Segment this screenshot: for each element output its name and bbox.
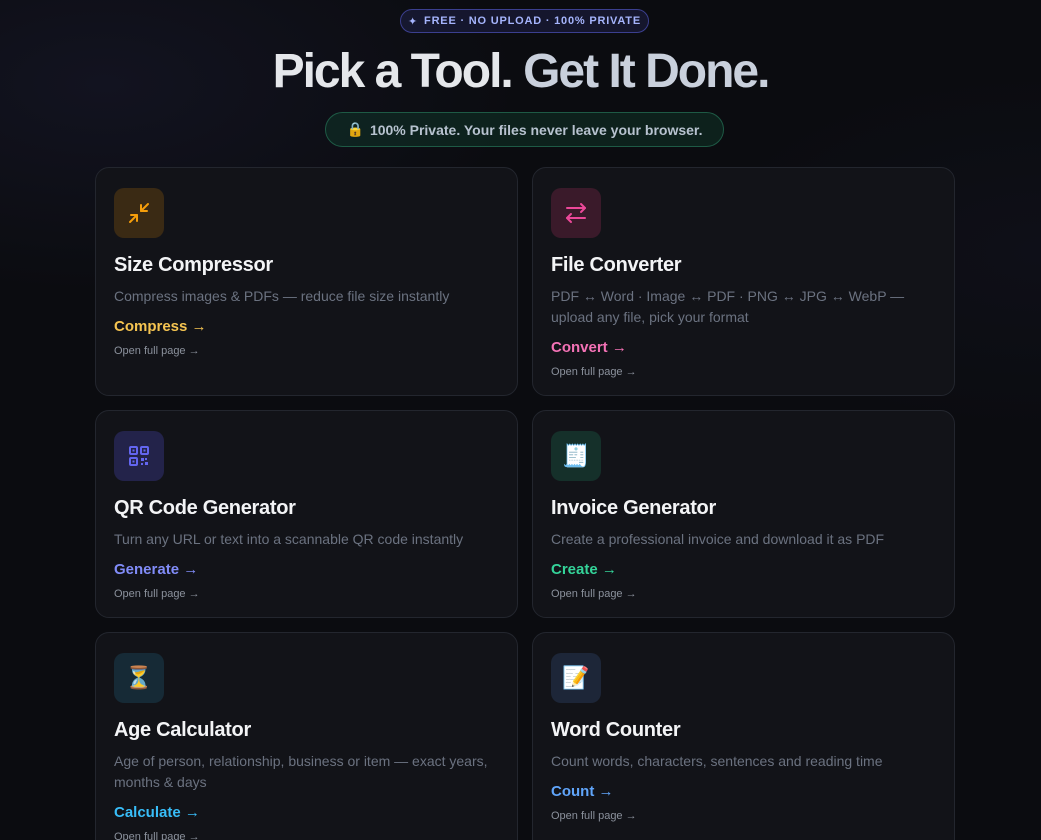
tool-title: Invoice Generator [551,497,716,519]
qr-code-icon [114,431,164,481]
tool-card-size-compressor[interactable]: Size Compressor Compress images & PDFs —… [95,167,518,396]
feature-badge-text: FREE · NO UPLOAD · 100% PRIVATE [424,15,641,27]
memo-icon: 📝 [551,653,601,703]
open-full-page-link[interactable]: Open full page → [551,810,936,822]
open-full-page-link[interactable]: Open full page → [551,366,936,378]
open-full-page-link[interactable]: Open full page → [114,345,499,357]
count-link[interactable]: Count → [551,783,613,800]
open-full-page-link[interactable]: Open full page → [551,588,936,600]
open-full-page-link[interactable]: Open full page → [114,831,499,840]
receipt-icon: 🧾 [551,431,601,481]
open-full-page-link[interactable]: Open full page → [114,588,499,600]
feature-badge: ✦ FREE · NO UPLOAD · 100% PRIVATE [400,9,649,33]
tool-title: QR Code Generator [114,497,296,519]
calculate-link[interactable]: Calculate → [114,804,200,821]
tool-card-qr-code-generator[interactable]: QR Code Generator Turn any URL or text i… [95,410,518,618]
convert-link[interactable]: Convert → [551,339,627,356]
create-link[interactable]: Create → [551,561,617,578]
compress-link[interactable]: Compress → [114,318,207,335]
tool-card-file-converter[interactable]: File Converter PDF ↔ Word · Image ↔ PDF … [532,167,955,396]
tool-description: PDF ↔ Word · Image ↔ PDF · PNG ↔ JPG ↔ W… [551,288,905,325]
privacy-badge: 🔒 100% Private. Your files never leave y… [325,112,724,147]
tool-title: Word Counter [551,719,681,741]
tool-card-age-calculator[interactable]: ⏳ Age Calculator Age of person, relation… [95,632,518,840]
page-title: Pick a Tool. Get It Done. [0,44,1041,99]
tool-description: Age of person, relationship, business or… [114,753,488,790]
generate-link[interactable]: Generate → [114,561,198,578]
tool-description: Turn any URL or text into a scannable QR… [114,531,464,547]
title-part-2: Get It Done. [523,45,770,98]
tool-title: Age Calculator [114,719,251,741]
lock-icon: 🔒 [346,121,364,137]
swap-arrows-icon [551,188,601,238]
hourglass-icon: ⏳ [114,653,164,703]
tool-card-invoice-generator[interactable]: 🧾 Invoice Generator Create a professiona… [532,410,955,618]
tool-title: Size Compressor [114,254,273,276]
tool-description: Count words, characters, sentences and r… [551,753,883,769]
compress-arrows-icon [114,188,164,238]
tool-description: Compress images & PDFs — reduce file siz… [114,288,450,304]
sparkle-icon: ✦ [408,15,419,28]
tool-description: Create a professional invoice and downlo… [551,531,885,547]
privacy-text: 100% Private. Your files never leave you… [369,121,703,138]
tool-card-word-counter[interactable]: 📝 Word Counter Count words, characters, … [532,632,955,840]
tool-title: File Converter [551,254,682,276]
title-part-1: Pick a Tool. [272,45,514,98]
